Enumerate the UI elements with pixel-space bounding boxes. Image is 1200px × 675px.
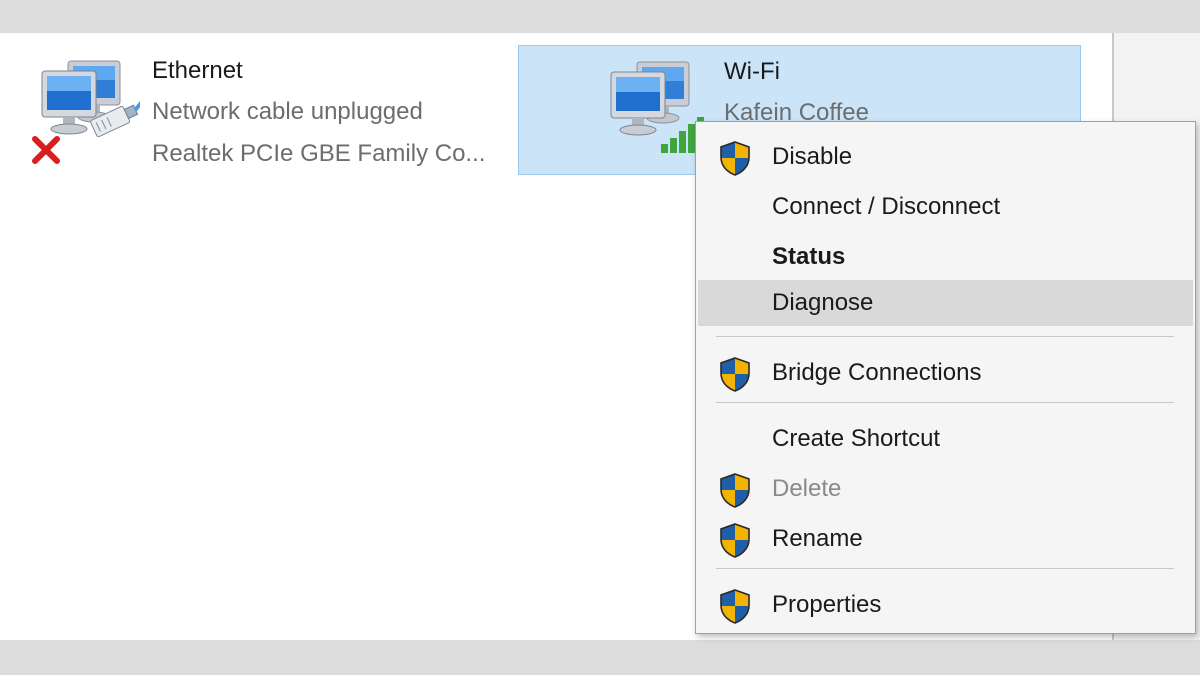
menu-item-label: Status (772, 243, 846, 270)
uac-shield-icon (718, 522, 752, 558)
window-bottom-bar (0, 640, 1200, 675)
menu-item-diagnose[interactable]: Diagnose (698, 280, 1193, 326)
menu-item-bridge-connections[interactable]: Bridge Connections (698, 350, 1193, 396)
red-x-icon (29, 133, 63, 167)
menu-item-status[interactable]: Status (698, 234, 1193, 280)
menu-item-label: Connect / Disconnect (772, 193, 1001, 220)
menu-separator (716, 402, 1174, 403)
ethernet-adapter[interactable]: Ethernet Network cable unplugged Realtek… (20, 45, 500, 175)
menu-item-label: Disable (772, 143, 853, 170)
menu-item-label: Delete (772, 475, 842, 502)
menu-item-rename[interactable]: Rename (698, 516, 1193, 562)
menu-item-properties[interactable]: Properties (698, 582, 1193, 628)
menu-item-label: Bridge Connections (772, 359, 982, 386)
uac-shield-icon (718, 140, 752, 176)
menu-item-connect-disconnect[interactable]: Connect / Disconnect (698, 184, 1193, 230)
uac-shield-icon (718, 356, 752, 392)
menu-item-label: Diagnose (772, 289, 874, 316)
menu-separator (716, 336, 1174, 337)
uac-shield-icon (718, 588, 752, 624)
window-top-bar (0, 0, 1200, 33)
menu-item-delete: Delete (698, 466, 1193, 512)
menu-separator (716, 568, 1174, 569)
menu-item-create-shortcut[interactable]: Create Shortcut (698, 416, 1193, 462)
adapter-name: Wi-Fi (724, 58, 780, 85)
adapter-device: Realtek PCIe GBE Family Co... (152, 140, 486, 167)
menu-item-label: Properties (772, 591, 882, 618)
menu-item-label: Create Shortcut (772, 425, 941, 452)
context-menu: Disable Connect / Disconnect Status Diag… (695, 121, 1196, 634)
menu-item-disable[interactable]: Disable (698, 134, 1193, 180)
adapter-name: Ethernet (152, 57, 243, 84)
adapter-status: Network cable unplugged (152, 98, 423, 125)
uac-shield-icon (718, 472, 752, 508)
menu-item-label: Rename (772, 525, 863, 552)
